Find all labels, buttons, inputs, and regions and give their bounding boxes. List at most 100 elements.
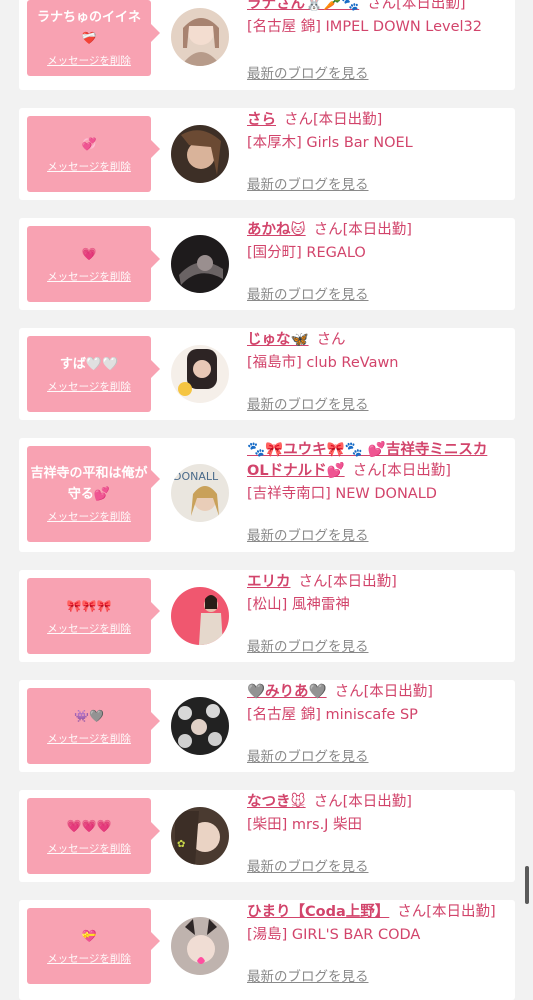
delete-message-link[interactable]: メッセージを削除 bbox=[47, 379, 131, 394]
avatar-image bbox=[171, 125, 229, 183]
message-bubble: 💗 メッセージを削除 bbox=[27, 226, 160, 302]
delete-message-link[interactable]: メッセージを削除 bbox=[47, 53, 131, 68]
delete-message-link[interactable]: メッセージを削除 bbox=[47, 509, 131, 524]
latest-blog-link[interactable]: 最新のブログを見る bbox=[247, 855, 369, 875]
cast-info: なつき🐭 さん[本日出勤] [柴田] mrs.J 柴田 bbox=[247, 792, 505, 836]
delete-message-link[interactable]: メッセージを削除 bbox=[47, 269, 131, 284]
cast-status: さん[本日出勤] bbox=[313, 222, 412, 238]
avatar[interactable] bbox=[171, 697, 229, 755]
message-bubble: 💝 メッセージを削除 bbox=[27, 908, 160, 984]
avatar-image bbox=[171, 917, 229, 975]
latest-blog-link[interactable]: 最新のブログを見る bbox=[247, 62, 369, 82]
shop-name: [本厚木] Girls Bar NOEL bbox=[247, 135, 413, 151]
cast-info: あかね🐱 さん[本日出勤] [国分町] REGALO bbox=[247, 220, 505, 264]
shop-name: [福島市] club ReVawn bbox=[247, 355, 399, 371]
cast-status: さん[本日出勤] bbox=[397, 904, 496, 920]
message-text: 💞 bbox=[81, 137, 97, 151]
latest-blog-link[interactable]: 最新のブログを見る bbox=[247, 173, 369, 193]
message-bubble: 吉祥寺の平和は俺が守る💕 メッセージを削除 bbox=[27, 446, 160, 542]
message-bubble: すば🤍🤍 メッセージを削除 bbox=[27, 336, 160, 412]
message-text: 💗💗💗 bbox=[66, 819, 112, 833]
delete-message-link[interactable]: メッセージを削除 bbox=[47, 841, 131, 856]
message-bubble: 👾🩶 メッセージを削除 bbox=[27, 688, 160, 764]
shop-name: [湯島] GIRL'S BAR CODA bbox=[247, 927, 421, 943]
message-text: 💗 bbox=[81, 247, 97, 261]
avatar-image bbox=[171, 587, 229, 645]
latest-blog-link[interactable]: 最新のブログを見る bbox=[247, 524, 369, 544]
avatar[interactable] bbox=[171, 917, 229, 975]
avatar-image: DONALL bbox=[171, 464, 229, 522]
shop-name: [名古屋 錦] IMPEL DOWN Level32 bbox=[247, 19, 483, 35]
cast-status: さん[本日出勤] bbox=[284, 112, 383, 128]
cast-status: さん[本日出勤] bbox=[352, 463, 451, 479]
cast-info: 🩶みりあ🩶 さん[本日出勤] [名古屋 錦] miniscafe SP bbox=[247, 682, 505, 726]
shop-name: [柴田] mrs.J 柴田 bbox=[247, 817, 363, 833]
avatar-image bbox=[171, 697, 229, 755]
message-bubble: ラナちゅのイイネ ❤️‍🩹 メッセージを削除 bbox=[27, 0, 160, 76]
delete-message-link[interactable]: メッセージを削除 bbox=[47, 731, 131, 746]
cast-info: エリカ さん[本日出勤] [松山] 風神雷神 bbox=[247, 572, 505, 616]
cast-name-link[interactable]: ラナさん🐰🥕🐾 bbox=[247, 0, 359, 12]
message-text: 👾🩶 bbox=[74, 709, 104, 723]
list-item: 吉祥寺の平和は俺が守る💕 メッセージを削除 DONALL 🐾🎀ユウキ🎀🐾 💕吉祥… bbox=[19, 438, 515, 552]
cast-info: さら さん[本日出勤] [本厚木] Girls Bar NOEL bbox=[247, 110, 505, 154]
shop-name: [吉祥寺南口] NEW DONALD bbox=[247, 486, 437, 502]
list-item: ラナちゅのイイネ ❤️‍🩹 メッセージを削除 ラナさん🐰🥕🐾 さん[本日出勤] [名… bbox=[19, 0, 515, 90]
latest-blog-link[interactable]: 最新のブログを見る bbox=[247, 745, 369, 765]
message-text: ラナちゅのイイネ ❤️‍🩹 bbox=[36, 10, 141, 45]
shop-name: [松山] 風神雷神 bbox=[247, 597, 350, 613]
avatar[interactable] bbox=[171, 587, 229, 645]
latest-blog-link[interactable]: 最新のブログを見る bbox=[247, 283, 369, 303]
cast-name-link[interactable]: ひまり【Coda上野】 bbox=[247, 904, 389, 920]
cast-name-link[interactable]: なつき🐭 bbox=[247, 794, 306, 810]
cast-name-link[interactable]: じゅな🦋 bbox=[247, 332, 309, 348]
avatar-image bbox=[171, 235, 229, 293]
avatar-image: ✿ bbox=[171, 807, 229, 865]
svg-text:DONALL: DONALL bbox=[173, 470, 219, 483]
avatar-image bbox=[171, 345, 229, 403]
cast-info: じゅな🦋 さん [福島市] club ReVawn bbox=[247, 330, 505, 374]
avatar[interactable]: ✿ bbox=[171, 807, 229, 865]
cast-status: さん[本日出勤] bbox=[367, 0, 466, 12]
cast-info: 🐾🎀ユウキ🎀🐾 💕吉祥寺ミニスカOLドナルド💕 さん[本日出勤] [吉祥寺南口] … bbox=[247, 440, 505, 505]
shop-name: [国分町] REGALO bbox=[247, 245, 366, 261]
message-bubble: 🎀🎀🎀 メッセージを削除 bbox=[27, 578, 160, 654]
list-item: 💞 メッセージを削除 さら さん[本日出勤] [本厚木] Girls Bar NO… bbox=[19, 108, 515, 200]
delete-message-link[interactable]: メッセージを削除 bbox=[47, 621, 131, 636]
avatar-image bbox=[171, 8, 229, 66]
list-item: 👾🩶 メッセージを削除 🩶みりあ🩶 さん[本日出勤] [名古屋 錦] minisc… bbox=[19, 680, 515, 772]
scrollbar[interactable] bbox=[525, 866, 529, 904]
message-bubble: 💗💗💗 メッセージを削除 bbox=[27, 798, 160, 874]
message-text: すば🤍🤍 bbox=[59, 357, 119, 372]
delete-message-link[interactable]: メッセージを削除 bbox=[47, 159, 131, 174]
cast-status: さん bbox=[316, 332, 346, 348]
message-bubble: 💞 メッセージを削除 bbox=[27, 116, 160, 192]
message-text: 吉祥寺の平和は俺が守る💕 bbox=[30, 466, 148, 502]
cast-status: さん[本日出勤] bbox=[313, 794, 412, 810]
list-item: 💝 メッセージを削除 ひまり【Coda上野】 さん[本日出勤] [湯島] GIRL… bbox=[19, 900, 515, 1000]
svg-text:✿: ✿ bbox=[177, 839, 185, 850]
cast-name-link[interactable]: 🩶みりあ🩶 bbox=[247, 684, 327, 700]
cast-info: ラナさん🐰🥕🐾 さん[本日出勤] [名古屋 錦] IMPEL DOWN Level… bbox=[247, 0, 505, 38]
cast-info: ひまり【Coda上野】 さん[本日出勤] [湯島] GIRL'S BAR CODA bbox=[247, 902, 505, 946]
avatar[interactable] bbox=[171, 235, 229, 293]
list-item: 🎀🎀🎀 メッセージを削除 エリカ さん[本日出勤] [松山] 風神雷神 最新のブロ… bbox=[19, 570, 515, 662]
avatar[interactable]: DONALL bbox=[171, 464, 229, 522]
delete-message-link[interactable]: メッセージを削除 bbox=[47, 951, 131, 966]
cast-status: さん[本日出勤] bbox=[298, 574, 397, 590]
cast-name-link[interactable]: あかね🐱 bbox=[247, 222, 306, 238]
list-item: すば🤍🤍 メッセージを削除 じゅな🦋 さん [福島市] club ReVawn 最… bbox=[19, 328, 515, 420]
cast-name-link[interactable]: さら bbox=[247, 112, 276, 128]
avatar[interactable] bbox=[171, 8, 229, 66]
avatar[interactable] bbox=[171, 125, 229, 183]
avatar[interactable] bbox=[171, 345, 229, 403]
list-item: 💗 メッセージを削除 あかね🐱 さん[本日出勤] [国分町] REGALO 最新の… bbox=[19, 218, 515, 310]
message-text: 🎀🎀🎀 bbox=[66, 599, 112, 613]
cast-name-link[interactable]: エリカ bbox=[247, 574, 291, 590]
list-item: 💗💗💗 メッセージを削除 ✿ なつき🐭 さん[本日出勤] [柴田] mrs.J 柴… bbox=[19, 790, 515, 882]
cast-status: さん[本日出勤] bbox=[334, 684, 433, 700]
latest-blog-link[interactable]: 最新のブログを見る bbox=[247, 635, 369, 655]
latest-blog-link[interactable]: 最新のブログを見る bbox=[247, 393, 369, 413]
latest-blog-link[interactable]: 最新のブログを見る bbox=[247, 965, 369, 985]
shop-name: [名古屋 錦] miniscafe SP bbox=[247, 707, 418, 723]
